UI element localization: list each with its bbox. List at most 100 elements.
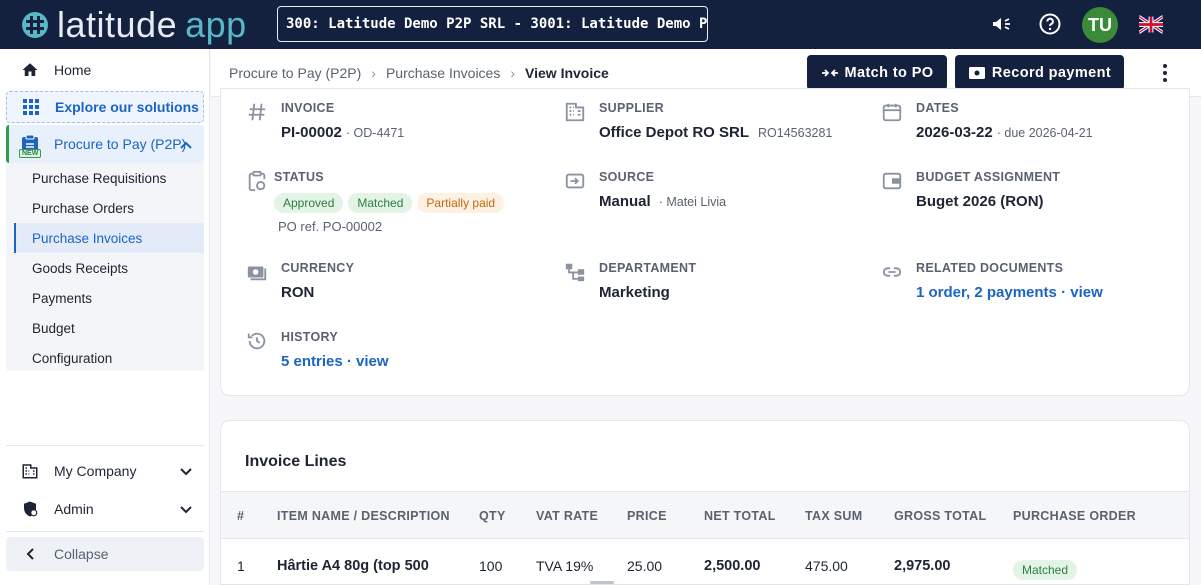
row-number: 1: [237, 558, 245, 574]
sidebar-item-label: My Company: [54, 463, 137, 479]
sidebar-item-label: Procure to Pay (P2P): [54, 136, 187, 152]
divider: [6, 531, 204, 532]
history-label: HISTORY: [281, 330, 338, 344]
match-to-po-button[interactable]: Match to PO: [807, 55, 947, 90]
breadcrumb-purchase-invoices[interactable]: Purchase Invoices: [386, 65, 500, 81]
wallet-icon: [882, 172, 902, 190]
column-header-item: ITEM NAME / DESCRIPTION: [277, 509, 450, 523]
uk-flag-icon[interactable]: [1138, 15, 1164, 34]
row-purchase-order: Matched: [1013, 560, 1082, 580]
clipboard-status-icon: [248, 170, 266, 192]
divider: [6, 445, 204, 446]
breadcrumb-separator-icon: ›: [371, 65, 376, 81]
status-label: STATUS: [274, 170, 324, 184]
explore-label: Explore our solutions: [55, 99, 199, 115]
po-reference: PO ref. PO-00002: [278, 219, 383, 234]
sidebar-item-goods-receipts[interactable]: Goods Receipts: [14, 253, 204, 283]
column-header-net-total: NET TOTAL: [704, 509, 776, 523]
status-badge-matched: Matched: [348, 193, 413, 213]
chevron-up-icon: [180, 136, 192, 152]
invoice-lines-title: Invoice Lines: [245, 453, 347, 470]
link-icon: [882, 267, 902, 277]
related-documents-link[interactable]: 1 order, 2 payments · view: [916, 284, 1103, 301]
supplier-name: Office Depot RO SRL RO14563281: [599, 124, 833, 141]
supplier-label: SUPPLIER: [599, 101, 664, 115]
logo-mark-icon: [22, 11, 48, 38]
sidebar: Home Explore our solutions NEW Procure t…: [0, 49, 210, 585]
collapse-sidebar-button[interactable]: Collapse: [6, 537, 204, 571]
status-badge-partially-paid: Partially paid: [417, 193, 505, 213]
sidebar-item-p2p[interactable]: NEW Procure to Pay (P2P): [6, 125, 204, 163]
status-badge-matched: Matched: [1013, 560, 1078, 580]
sidebar-item-my-company[interactable]: My Company: [6, 455, 204, 487]
collapse-label: Collapse: [54, 546, 109, 562]
company-selector[interactable]: 300: Latitude Demo P2P SRL - 3001: Latit…: [277, 6, 708, 42]
budget-label: BUDGET ASSIGNMENT: [916, 170, 1061, 184]
row-price: 25.00: [627, 558, 663, 574]
column-header-gross-total: GROSS TOTAL: [894, 509, 987, 523]
logo[interactable]: latitude app: [22, 0, 247, 49]
source-label: SOURCE: [599, 170, 655, 184]
record-payment-button[interactable]: Record payment: [955, 55, 1124, 90]
calendar-icon: [882, 103, 902, 122]
scrollbar-handle[interactable]: [590, 581, 614, 584]
sidebar-item-home[interactable]: Home: [6, 55, 204, 85]
status-badge-approved: Approved: [274, 193, 344, 213]
invoice-label: INVOICE: [281, 101, 335, 115]
invoice-lines-card: Invoice Lines # ITEM NAME / DESCRIPTION …: [220, 420, 1190, 585]
table-header: # ITEM NAME / DESCRIPTION QTY VAT RATE P…: [221, 491, 1189, 539]
sidebar-item-purchase-orders[interactable]: Purchase Orders: [14, 193, 204, 223]
row-qty: 100: [479, 558, 503, 574]
status-chips: Approved Matched Partially paid: [274, 193, 509, 213]
top-bar: latitude app 300: Latitude Demo P2P SRL …: [0, 0, 1201, 49]
new-badge: NEW: [19, 149, 42, 158]
history-link[interactable]: 5 entries · view: [281, 353, 389, 370]
department-label: DEPARTAMENT: [599, 261, 697, 275]
more-options-icon[interactable]: [1155, 61, 1175, 85]
column-header-tax-sum: TAX SUM: [805, 509, 863, 523]
column-header-vat-rate: VAT RATE: [536, 509, 599, 523]
row-item-name: Hârtie A4 80g (top 500: [277, 558, 429, 574]
cash-icon: [968, 66, 985, 79]
row-net-total: 2,500.00: [704, 558, 761, 574]
column-header-price: PRICE: [627, 509, 667, 523]
row-tax-sum: 475.00: [805, 558, 848, 574]
currency-value: RON: [281, 284, 315, 301]
sidebar-item-budget[interactable]: Budget: [14, 313, 204, 343]
row-gross-total: 2,975.00: [894, 558, 951, 574]
home-icon: [20, 60, 40, 80]
breadcrumb-current: View Invoice: [525, 65, 609, 81]
sidebar-item-purchase-invoices[interactable]: Purchase Invoices: [14, 223, 204, 253]
user-avatar[interactable]: TU: [1082, 7, 1118, 43]
invoice-details-card: INVOICE PI-00002 · OD-4471 SUPPLIER Offic…: [220, 88, 1190, 396]
column-header-number: #: [237, 509, 245, 523]
column-header-purchase-order: PURCHASE ORDER: [1013, 509, 1136, 523]
dates-label: DATES: [916, 101, 959, 115]
sidebar-item-payments[interactable]: Payments: [14, 283, 204, 313]
help-icon[interactable]: [1038, 12, 1062, 36]
breadcrumb-p2p[interactable]: Procure to Pay (P2P): [229, 65, 361, 81]
megaphone-icon[interactable]: [990, 12, 1014, 36]
apps-grid-icon: [21, 97, 41, 117]
logo-word-latitude: latitude: [57, 3, 178, 45]
sidebar-item-configuration[interactable]: Configuration: [14, 343, 204, 373]
invoice-ref: · OD-4471: [345, 126, 405, 140]
sidebar-item-purchase-requisitions[interactable]: Purchase Requisitions: [14, 163, 204, 193]
history-icon: [247, 332, 266, 350]
department-value: Marketing: [599, 284, 670, 301]
sidebar-item-label: Admin: [54, 501, 94, 517]
money-icon: [247, 266, 267, 281]
match-to-po-label: Match to PO: [844, 64, 934, 81]
chevron-left-icon: [20, 544, 40, 564]
invoice-number: PI-00002 · OD-4471: [281, 124, 405, 141]
building-icon: [565, 102, 585, 122]
related-documents-label: RELATED DOCUMENTS: [916, 261, 1064, 275]
explore-solutions-button[interactable]: Explore our solutions: [6, 91, 204, 123]
logo-word-app: app: [185, 3, 247, 45]
org-chart-icon: [565, 263, 585, 282]
source-user: · Matei Livia: [658, 195, 727, 209]
sidebar-item-admin[interactable]: Admin: [6, 493, 204, 525]
breadcrumb: Procure to Pay (P2P) › Purchase Invoices…: [229, 65, 609, 81]
currency-label: CURRENCY: [281, 261, 355, 275]
admin-shield-icon: [20, 499, 40, 519]
